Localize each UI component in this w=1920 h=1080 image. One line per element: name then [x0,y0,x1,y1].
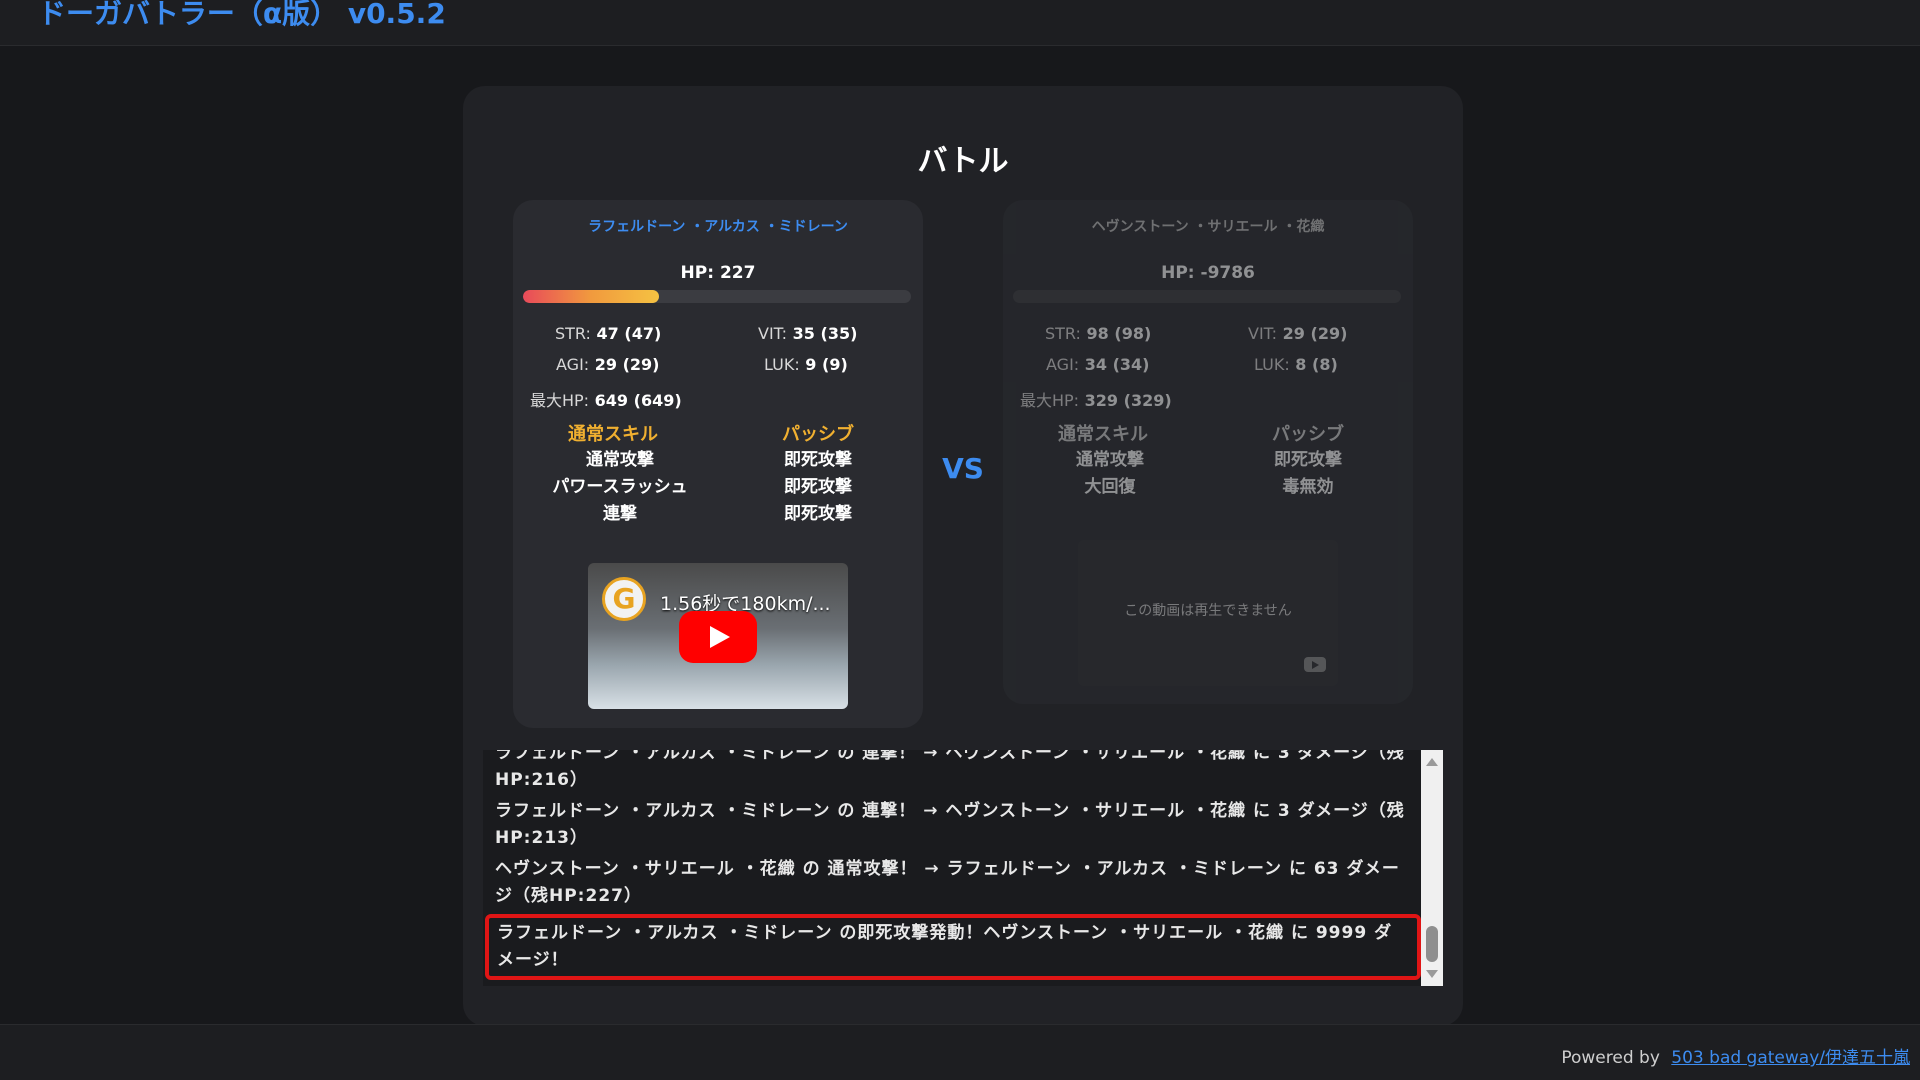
player1-hp-label: HP: [680,263,715,283]
str-base: (47) [624,324,662,343]
vit-label: VIT: [758,324,788,343]
channel-logo-icon: G [602,577,646,621]
player2-normal-skill-list: 通常攻撃 大回復 [1025,447,1195,501]
top-bar: ドーガバトラー（α版） v0.5.2 [0,0,1920,46]
skill-item: パワースラッシュ [552,477,688,497]
player2-passive-list: 即死攻撃 毒無効 [1223,447,1393,501]
log-entry: ラフェルドーン ・アルカス ・ミドレーン の 連撃！ → ヘヴンストーン ・サリ… [495,750,1405,790]
skill-item: 通常攻撃 [586,450,654,470]
youtube-icon[interactable] [1304,657,1326,672]
log-scrollbar[interactable] [1421,750,1443,986]
player2-luk: LUK: 8 (8) [1254,355,1338,374]
vit-base: (35) [820,324,858,343]
skill-item: 大回復 [1084,477,1136,497]
player2-card: ヘヴンストーン ・サリエール ・花織 HP: -9786 STR: 98 (98… [1003,200,1413,704]
player1-normal-skill-list: 通常攻撃 パワースラッシュ 連撃 [535,447,705,528]
player2-hp-label: HP: [1161,263,1195,283]
str-value: 47 [596,324,619,343]
player2-passive-header: パッシブ [1272,424,1344,445]
battle-log[interactable]: ラフェルドーン ・アルカス ・ミドレーン の 連撃！ → ヘヴンストーン ・サリ… [483,750,1443,986]
luk-label: LUK: [1254,355,1290,374]
passive-item: 即死攻撃 [784,504,852,524]
vs-label: VS [942,452,984,485]
player1-agi: AGI: 29 (29) [556,355,659,374]
maxhp-value: 329 [1084,391,1119,410]
player1-passive-list: 即死攻撃 即死攻撃 即死攻撃 [733,447,903,528]
battle-panel: バトル ラフェルドーン ・アルカス ・ミドレーン HP: 227 STR: 47… [463,86,1463,1026]
agi-base: (29) [622,355,660,374]
player2-video-unavailable: この動画は再生できません [1078,540,1338,686]
player1-hp-bar-fill [523,290,659,303]
scroll-thumb[interactable] [1426,926,1438,962]
log-entry: ヘヴンストーン ・サリエール ・花織 の 通常攻撃！ → ラフェルドーン ・アル… [495,859,1400,906]
vit-base: (29) [1310,324,1348,343]
log-entry: ラフェルドーン ・アルカス ・ミドレーン の 連撃！ → ヘヴンストーン ・サリ… [495,801,1405,848]
luk-value: 9 [805,355,817,374]
agi-value: 34 [1084,355,1108,374]
battle-log-content: ラフェルドーン ・アルカス ・ミドレーン の 連撃！ → ヘヴンストーン ・サリ… [483,750,1423,980]
skill-item: 連撃 [603,504,637,524]
player2-hp: HP: -9786 [1003,263,1413,283]
maxhp-base: (649) [633,391,682,410]
player1-hp-bar [523,290,911,303]
play-button-icon[interactable] [679,611,757,663]
player1-str: STR: 47 (47) [555,324,661,343]
skill-item: 通常攻撃 [1076,450,1144,470]
author-link[interactable]: 503 bad gateway/伊達五十嵐 [1671,1048,1910,1068]
log-entry-highlighted: ラフェルドーン ・アルカス ・ミドレーン の即死攻撃発動！ヘヴンストーン ・サリ… [485,914,1421,980]
player2-normal-skill-header: 通常スキル [1058,424,1148,445]
player2-agi: AGI: 34 (34) [1046,355,1149,374]
player1-name: ラフェルドーン ・アルカス ・ミドレーン [588,219,848,235]
luk-base: (8) [1312,355,1338,374]
str-base: (98) [1114,324,1152,343]
player2-str: STR: 98 (98) [1045,324,1151,343]
player1-normal-skill-header: 通常スキル [568,424,658,445]
player2-hp-bar [1013,290,1401,303]
agi-label: AGI: [556,355,590,374]
player2-maxhp: 最大HP: 329 (329) [1020,387,1172,411]
powered-by-label: Powered by [1561,1048,1660,1068]
luk-value: 8 [1295,355,1307,374]
agi-value: 29 [594,355,618,374]
player1-card: ラフェルドーン ・アルカス ・ミドレーン HP: 227 STR: 47 (47… [513,200,923,728]
maxhp-label: 最大HP: [530,391,590,410]
player1-vit: VIT: 35 (35) [758,324,857,343]
passive-item: 即死攻撃 [1274,450,1342,470]
passive-item: 即死攻撃 [784,477,852,497]
agi-base: (34) [1112,355,1150,374]
footer: Powered by 503 bad gateway/伊達五十嵐 [0,1024,1920,1080]
luk-label: LUK: [764,355,800,374]
player1-video-thumbnail[interactable]: G 1.56秒で180km/... [588,563,848,709]
player2-hp-value: -9786 [1200,263,1255,283]
vit-value: 29 [1282,324,1305,343]
scroll-up-arrow-icon[interactable] [1426,758,1438,766]
agi-label: AGI: [1046,355,1080,374]
player1-luk: LUK: 9 (9) [764,355,848,374]
passive-item: 即死攻撃 [784,450,852,470]
str-label: STR: [555,324,591,343]
vit-value: 35 [792,324,815,343]
player1-passive-header: パッシブ [782,424,854,445]
maxhp-base: (329) [1123,391,1172,410]
maxhp-value: 649 [594,391,629,410]
str-label: STR: [1045,324,1081,343]
scroll-down-arrow-icon[interactable] [1426,970,1438,978]
player2-vit: VIT: 29 (29) [1248,324,1347,343]
video-unavailable-message: この動画は再生できません [1124,603,1292,619]
player1-hp: HP: 227 [513,263,923,283]
player1-maxhp: 最大HP: 649 (649) [530,387,682,411]
passive-item: 毒無効 [1282,477,1334,497]
luk-base: (9) [822,355,848,374]
vit-label: VIT: [1248,324,1278,343]
powered-by: Powered by 503 bad gateway/伊達五十嵐 [1561,1043,1910,1068]
player2-name: ヘヴンストーン ・サリエール ・花織 [1091,219,1325,235]
maxhp-label: 最大HP: [1020,391,1080,410]
player1-hp-value: 227 [719,263,756,283]
battle-title: バトル [917,144,1009,179]
str-value: 98 [1086,324,1109,343]
app-title: ドーガバトラー（α版） v0.5.2 [38,0,446,30]
